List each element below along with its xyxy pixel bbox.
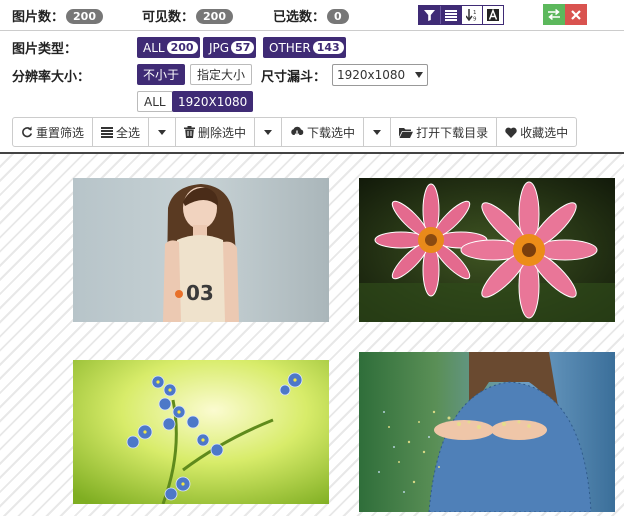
swap-icon: [548, 9, 560, 20]
size-funnel-select[interactable]: 1920x1080: [332, 64, 428, 86]
image-thumb-1[interactable]: 03: [73, 178, 329, 322]
open-download-dir-label: 打开下载目录: [416, 125, 489, 140]
resolution-label: 分辨率大小：: [12, 70, 91, 85]
font-button[interactable]: [482, 6, 503, 24]
image-type-label: 图片类型：: [12, 42, 78, 57]
heart-icon: [505, 127, 517, 138]
size-1920-chip[interactable]: 1920X1080: [172, 91, 254, 112]
type-jpg-count: 57: [231, 41, 255, 54]
swap-button[interactable]: [543, 4, 565, 25]
delete-dropdown-button[interactable]: [255, 118, 283, 146]
svg-text:1: 1: [473, 10, 477, 16]
action-bar: 重置筛选 全选 删除选中 下载选中 打开下载目录 收藏选中: [12, 117, 578, 147]
download-dropdown-button[interactable]: [364, 118, 392, 146]
favorite-selected-label: 收藏选中: [520, 125, 569, 140]
stats-bar: 图片数： 200 可见数： 200 已选数： 0 19: [0, 0, 624, 31]
total-badge: 200: [66, 9, 103, 24]
delete-selected-label: 删除选中: [198, 125, 247, 140]
reset-filter-label: 重置筛选: [36, 125, 85, 140]
filter-button[interactable]: [419, 6, 440, 24]
caret-down-icon: [264, 129, 273, 135]
type-other-chip[interactable]: OTHER 143: [263, 37, 346, 58]
list-view-button[interactable]: [440, 6, 461, 24]
trash-icon: [184, 126, 196, 138]
list-icon: [445, 9, 457, 21]
type-other-label: OTHER: [269, 40, 311, 55]
view-tools: 19: [418, 5, 504, 25]
total-label: 图片数：: [12, 10, 65, 25]
type-all-count: 200: [166, 41, 198, 54]
selected-badge: 0: [327, 9, 349, 24]
visible-label: 可见数：: [142, 10, 195, 25]
select-dropdown-button[interactable]: [149, 118, 177, 146]
size-funnel-label: 尺寸漏斗：: [261, 70, 327, 85]
visible-count: 可见数： 200: [142, 6, 233, 25]
size-all-chip[interactable]: ALL: [137, 91, 173, 112]
type-jpg-label: JPG: [209, 40, 230, 55]
girl-tank-top-photo: 03: [73, 178, 329, 322]
image-thumb-4[interactable]: [359, 352, 615, 512]
list-icon: [101, 126, 114, 138]
pink-flowers-photo: [359, 178, 615, 322]
refresh-icon: [22, 126, 33, 138]
girl-glitter-photo: [359, 352, 615, 512]
sort-numeric-icon: 19: [465, 9, 477, 22]
type-all-label: ALL: [143, 40, 165, 55]
type-jpg-chip[interactable]: JPG 57: [203, 37, 257, 58]
download-selected-button[interactable]: 下载选中: [282, 118, 365, 146]
image-gallery: 03: [0, 152, 624, 516]
select-all-button[interactable]: 全选: [93, 118, 150, 146]
close-icon: [571, 9, 581, 20]
type-all-chip[interactable]: ALL 200: [137, 37, 200, 58]
download-selected-label: 下载选中: [307, 125, 356, 140]
confirm-tools: [543, 4, 587, 25]
caret-down-icon: [373, 129, 382, 135]
caret-down-icon: [158, 129, 167, 135]
sort-button[interactable]: 19: [461, 6, 482, 24]
delete-selected-button[interactable]: 删除选中: [176, 118, 256, 146]
favorite-selected-button[interactable]: 收藏选中: [497, 118, 576, 146]
exact-size-chip[interactable]: 指定大小: [190, 64, 253, 85]
image-thumb-3[interactable]: [73, 360, 329, 504]
visible-badge: 200: [196, 9, 233, 24]
selected-label: 已选数：: [273, 10, 326, 25]
select-all-label: 全选: [116, 125, 141, 140]
image-thumb-2[interactable]: [359, 178, 615, 322]
folder-open-icon: [399, 127, 414, 138]
svg-text:03: 03: [186, 281, 214, 305]
size-funnel-value: 1920x1080: [337, 68, 406, 82]
selected-count: 已选数： 0: [273, 6, 349, 25]
reset-filter-button[interactable]: 重置筛选: [13, 118, 94, 146]
svg-text:9: 9: [473, 17, 477, 22]
font-icon: [487, 9, 499, 21]
cloud-download-icon: [291, 126, 304, 137]
close-button[interactable]: [565, 4, 587, 25]
filter-icon: [424, 9, 435, 21]
blue-flowers-photo: [73, 360, 329, 504]
chevron-down-icon: [415, 72, 423, 78]
open-download-dir-button[interactable]: 打开下载目录: [391, 118, 498, 146]
total-count: 图片数： 200: [12, 6, 103, 25]
not-smaller-chip[interactable]: 不小于: [137, 64, 186, 85]
type-other-count: 143: [312, 41, 344, 54]
